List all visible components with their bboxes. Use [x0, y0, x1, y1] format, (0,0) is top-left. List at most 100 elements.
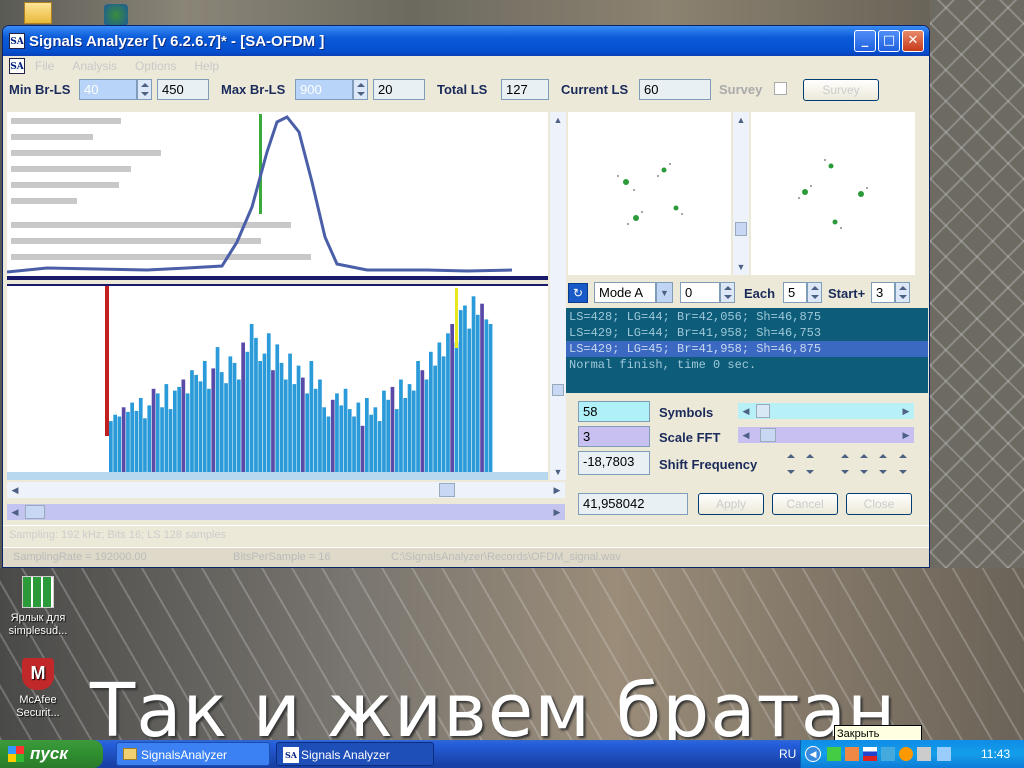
- index-input[interactable]: 0: [680, 282, 720, 303]
- scroll-right-arrow[interactable]: ▶: [898, 427, 914, 443]
- tray-icon[interactable]: [899, 747, 913, 761]
- constellation-panel-2[interactable]: [751, 112, 915, 275]
- globe-icon[interactable]: [104, 4, 128, 26]
- total-ls-label: Total LS: [437, 82, 488, 97]
- survey-button[interactable]: Survey: [803, 79, 879, 101]
- shift-spinner-3[interactable]: [838, 451, 853, 477]
- scale-fft-slider[interactable]: ◀ ▶: [738, 427, 914, 443]
- close-dialog-button[interactable]: Close: [846, 493, 912, 515]
- min-br-input[interactable]: 40: [79, 79, 137, 100]
- speaker-icon[interactable]: [937, 747, 951, 761]
- menu-file[interactable]: File: [35, 59, 54, 73]
- menu-help[interactable]: Help: [194, 59, 219, 73]
- scroll-up-arrow[interactable]: ▲: [733, 112, 749, 128]
- start-spinner[interactable]: [895, 282, 910, 303]
- slider-thumb[interactable]: [756, 404, 770, 418]
- menu-options[interactable]: Options: [135, 59, 176, 73]
- shift-frequency-field[interactable]: -18,7803: [578, 451, 650, 475]
- cancel-button[interactable]: Cancel: [772, 493, 838, 515]
- bar: [365, 398, 369, 472]
- chart-horizontal-scrollbar[interactable]: ◀ ▶: [7, 482, 565, 498]
- scroll-down-arrow[interactable]: ▼: [733, 259, 749, 275]
- scroll-thumb[interactable]: [25, 505, 45, 519]
- symbols-slider[interactable]: ◀ ▶: [738, 403, 914, 419]
- scroll-right-arrow[interactable]: ▶: [549, 482, 565, 498]
- bar: [416, 361, 420, 472]
- shift-spinner-5[interactable]: [876, 451, 891, 477]
- bar: [373, 407, 378, 473]
- scroll-down-arrow[interactable]: ▼: [550, 464, 566, 480]
- maximize-button[interactable]: □: [878, 30, 900, 52]
- child-app-icon[interactable]: SA: [9, 58, 25, 74]
- chevron-left-icon[interactable]: ◀: [805, 746, 821, 762]
- scroll-thumb[interactable]: [552, 384, 564, 396]
- index-spinner[interactable]: [720, 282, 735, 303]
- scroll-right-arrow[interactable]: ▶: [898, 403, 914, 419]
- task-signals-analyzer[interactable]: SA Signals Analyzer: [276, 742, 434, 766]
- min-br-input-2[interactable]: 450: [157, 79, 209, 100]
- start-button[interactable]: пуск: [0, 740, 103, 768]
- log-line: Normal finish, time 0 sec.: [569, 358, 757, 372]
- each-input[interactable]: 5: [783, 282, 807, 303]
- language-indicator[interactable]: RU: [779, 747, 796, 761]
- shift-spinner-1[interactable]: [784, 451, 799, 477]
- shift-spinner-4[interactable]: [857, 451, 872, 477]
- tray-icon[interactable]: [827, 747, 841, 761]
- bar: [347, 409, 352, 472]
- scroll-thumb[interactable]: [735, 222, 747, 236]
- app-icon[interactable]: SA: [9, 33, 25, 49]
- bar: [399, 379, 403, 472]
- close-button[interactable]: ✕: [902, 30, 924, 52]
- shift-spinner-6[interactable]: [896, 451, 911, 477]
- menu-analysis[interactable]: Analysis: [72, 59, 117, 73]
- zoom-scrollbar[interactable]: ◀ ▶: [7, 504, 565, 520]
- max-br-input[interactable]: 900: [295, 79, 353, 100]
- bar: [198, 381, 203, 472]
- bar: [429, 351, 433, 473]
- total-ls-field: 127: [501, 79, 549, 100]
- scroll-left-arrow[interactable]: ◀: [7, 504, 23, 520]
- scroll-up-arrow[interactable]: ▲: [550, 112, 566, 128]
- scroll-thumb[interactable]: [439, 483, 455, 497]
- bar: [352, 416, 356, 472]
- bar: [155, 393, 160, 472]
- folder-icon[interactable]: [24, 2, 52, 24]
- start-input[interactable]: 3: [871, 282, 895, 303]
- task-signalsanalyzer-folder[interactable]: SignalsAnalyzer: [116, 742, 270, 766]
- scroll-left-arrow[interactable]: ◀: [738, 427, 754, 443]
- flag-icon[interactable]: [863, 747, 877, 761]
- frequency-field[interactable]: 41,958042: [578, 493, 688, 515]
- shortcut-icon: [22, 576, 54, 608]
- spectrum-panel[interactable]: [7, 112, 548, 280]
- scroll-right-arrow[interactable]: ▶: [549, 504, 565, 520]
- desktop-icon-simplesud[interactable]: Ярлык для simplesud...: [3, 576, 73, 638]
- shift-spinner-2[interactable]: [803, 451, 818, 477]
- status-bar: SamplingRate = 192000.00 BitsPerSample =…: [3, 547, 929, 567]
- max-br-spinner[interactable]: [353, 79, 368, 100]
- log-output[interactable]: LS=428; LG=44; Br=42,056; Sh=46,875 LS=4…: [566, 308, 928, 393]
- refresh-icon[interactable]: ↻: [568, 283, 588, 303]
- scroll-left-arrow[interactable]: ◀: [7, 482, 23, 498]
- scale-fft-field[interactable]: 3: [578, 426, 650, 447]
- clock[interactable]: 11:43: [981, 747, 1010, 761]
- constellation-panel-1[interactable]: [568, 112, 731, 275]
- desktop-icon-mcafee[interactable]: M McAfee Securit...: [3, 658, 73, 720]
- scroll-left-arrow[interactable]: ◀: [738, 403, 754, 419]
- chevron-down-icon[interactable]: ▼: [656, 282, 673, 303]
- tray-icon[interactable]: [881, 747, 895, 761]
- survey-checkbox[interactable]: [774, 82, 787, 95]
- symbols-field[interactable]: 58: [578, 401, 650, 422]
- max-br-input-2[interactable]: 20: [373, 79, 425, 100]
- constellation-scrollbar[interactable]: ▲ ▼: [733, 112, 749, 275]
- title-bar[interactable]: SA Signals Analyzer [v 6.2.6.7]* - [SA-O…: [3, 26, 929, 56]
- each-spinner[interactable]: [807, 282, 822, 303]
- mode-select[interactable]: Mode A: [594, 282, 656, 303]
- network-icon[interactable]: [917, 747, 931, 761]
- slider-thumb[interactable]: [760, 428, 776, 442]
- min-br-spinner[interactable]: [137, 79, 152, 100]
- bar-chart-panel[interactable]: [7, 284, 548, 480]
- minimize-button[interactable]: _: [854, 30, 876, 52]
- chart-vertical-scrollbar[interactable]: ▲ ▼: [550, 112, 566, 480]
- tray-icon[interactable]: [845, 747, 859, 761]
- apply-button[interactable]: Apply: [698, 493, 764, 515]
